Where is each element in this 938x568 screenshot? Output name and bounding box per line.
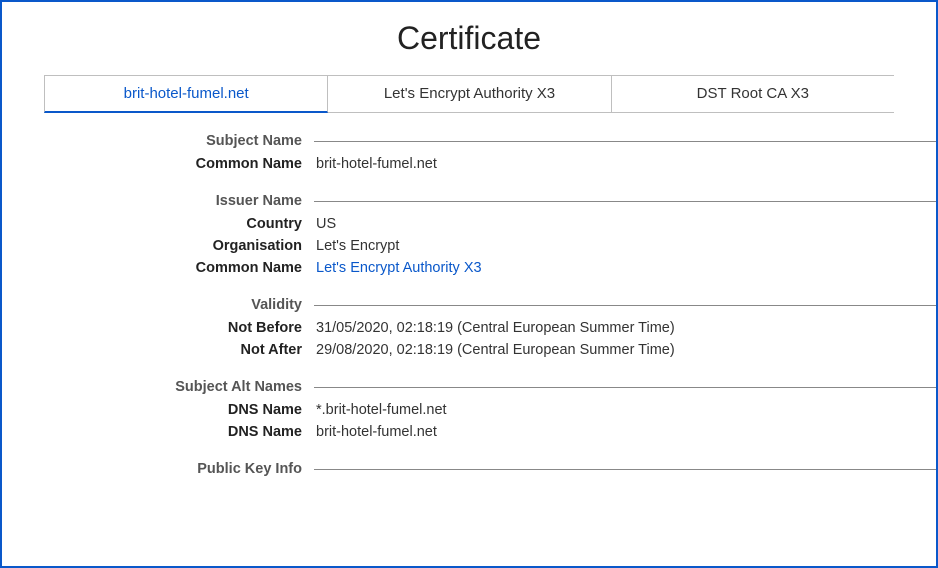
value-san-dns-2: brit-hotel-fumel.net bbox=[302, 424, 437, 440]
page-title: Certificate bbox=[2, 2, 936, 75]
label-common-name: Common Name bbox=[2, 156, 302, 172]
value-subject-common-name: brit-hotel-fumel.net bbox=[302, 156, 437, 172]
section-subject-name: Subject Name Common Name brit-hotel-fume… bbox=[2, 133, 936, 175]
label-dns-name: DNS Name bbox=[2, 402, 302, 418]
divider bbox=[314, 141, 936, 142]
label-country: Country bbox=[2, 216, 302, 232]
value-not-before: 31/05/2020, 02:18:19 (Central European S… bbox=[302, 320, 675, 336]
link-issuer-common-name[interactable]: Let's Encrypt Authority X3 bbox=[302, 260, 482, 276]
value-san-dns-1: *.brit-hotel-fumel.net bbox=[302, 402, 447, 418]
divider bbox=[314, 387, 936, 388]
section-header-san: Subject Alt Names bbox=[2, 379, 302, 395]
divider bbox=[314, 305, 936, 306]
section-public-key-info: Public Key Info bbox=[2, 461, 936, 477]
label-not-before: Not Before bbox=[2, 320, 302, 336]
section-validity: Validity Not Before 31/05/2020, 02:18:19… bbox=[2, 297, 936, 361]
tab-root-cert[interactable]: DST Root CA X3 bbox=[612, 75, 894, 113]
certificate-details: Subject Name Common Name brit-hotel-fume… bbox=[2, 113, 936, 477]
label-organisation: Organisation bbox=[2, 238, 302, 254]
section-header-subject-name: Subject Name bbox=[2, 133, 302, 149]
label-not-after: Not After bbox=[2, 342, 302, 358]
tab-bar: brit-hotel-fumel.net Let's Encrypt Autho… bbox=[44, 75, 894, 113]
section-header-pki: Public Key Info bbox=[2, 461, 302, 477]
divider bbox=[314, 469, 936, 470]
section-issuer-name: Issuer Name Country US Organisation Let'… bbox=[2, 193, 936, 279]
label-dns-name: DNS Name bbox=[2, 424, 302, 440]
value-issuer-organisation: Let's Encrypt bbox=[302, 238, 399, 254]
divider bbox=[314, 201, 936, 202]
tab-intermediate-cert[interactable]: Let's Encrypt Authority X3 bbox=[328, 75, 611, 113]
value-issuer-country: US bbox=[302, 216, 336, 232]
label-issuer-common-name: Common Name bbox=[2, 260, 302, 276]
value-not-after: 29/08/2020, 02:18:19 (Central European S… bbox=[302, 342, 675, 358]
section-header-issuer-name: Issuer Name bbox=[2, 193, 302, 209]
section-subject-alt-names: Subject Alt Names DNS Name *.brit-hotel-… bbox=[2, 379, 936, 443]
section-header-validity: Validity bbox=[2, 297, 302, 313]
tab-subject-cert[interactable]: brit-hotel-fumel.net bbox=[44, 75, 328, 113]
